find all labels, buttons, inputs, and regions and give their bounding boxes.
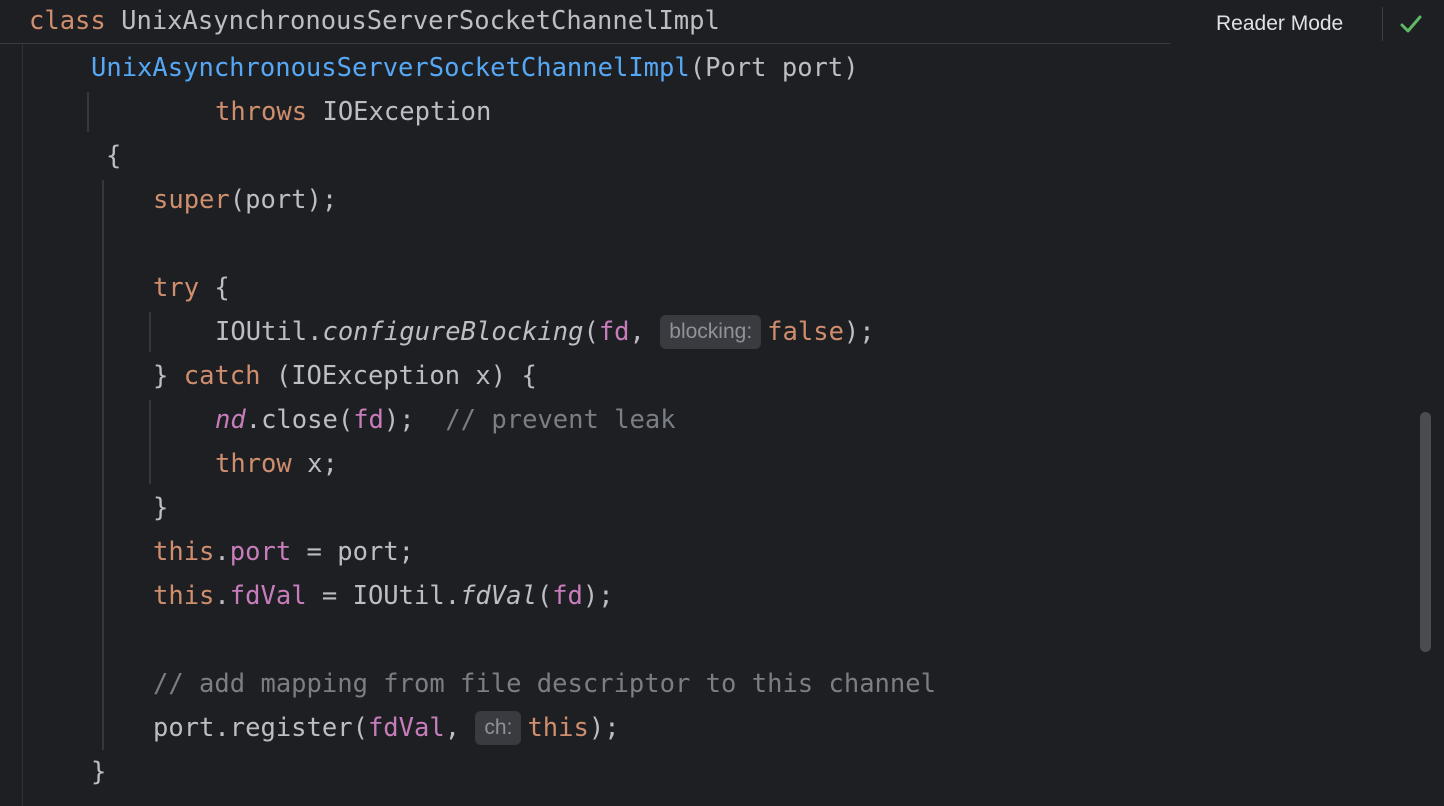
code-text: } [153, 361, 184, 391]
code-text: .close( [245, 405, 354, 435]
vertical-scrollbar-thumb[interactable] [1420, 412, 1431, 652]
code-text: (port); [229, 185, 338, 215]
keyword: catch [183, 361, 261, 391]
keyword: throw [215, 449, 292, 479]
code-text: . [214, 537, 230, 567]
code-line-close[interactable]: nd.close(fd); // prevent leak [215, 403, 676, 437]
field-ref: fd [353, 405, 384, 435]
code-line-close-brace[interactable]: } [153, 491, 168, 525]
code-text: ( [536, 581, 553, 611]
toolbar-divider [1382, 7, 1383, 41]
reader-mode-button[interactable]: Reader Mode [1216, 10, 1343, 38]
keyword: throws [215, 97, 308, 127]
code-text: } [91, 757, 107, 787]
indent-guide [102, 180, 104, 750]
code-text: . [214, 581, 230, 611]
code-line-this-port[interactable]: this.port = port; [153, 535, 414, 569]
keyword: class [29, 6, 106, 36]
code-line-throw[interactable]: throw x; [215, 447, 338, 481]
comment: // prevent leak [445, 405, 676, 435]
code-line-super[interactable]: super(port); [153, 183, 337, 217]
field-ref: nd [215, 405, 246, 435]
code-line-comment[interactable]: // add mapping from file descriptor to t… [153, 667, 936, 701]
keyword: false [767, 317, 844, 347]
code-text: IOException [307, 97, 492, 127]
code-text: } [153, 493, 169, 523]
code-line-configure-blocking[interactable]: IOUtil.configureBlocking(fd, blocking: fa… [215, 315, 875, 349]
code-text: , [444, 713, 476, 743]
code-text: IOUtil. [215, 317, 323, 347]
field-ref: fd [598, 317, 630, 347]
code-text: ); [843, 317, 875, 347]
code-text: port.register( [153, 713, 368, 743]
code-text: ); [582, 581, 614, 611]
check-icon[interactable] [1397, 10, 1425, 38]
code-line-constructor[interactable]: UnixAsynchronousServerSocketChannelImpl(… [91, 51, 859, 85]
method-name: configureBlocking [322, 317, 584, 347]
field-ref: fdVal [229, 581, 307, 611]
parameter-hint: ch: [475, 711, 522, 745]
keyword: this [153, 581, 215, 611]
constructor-name: UnixAsynchronousServerSocketChannelImpl [91, 53, 690, 83]
code-text: ); [588, 713, 620, 743]
code-line-try[interactable]: try { [153, 271, 230, 305]
code-text: x; [291, 449, 338, 479]
comment: // add mapping from file descriptor to t… [153, 669, 936, 699]
code-text: = IOUtil. [306, 581, 461, 611]
parameter-hint: blocking: [660, 315, 762, 349]
code-text: = port; [291, 537, 415, 567]
keyword: try [153, 273, 200, 303]
method-name: fdVal [460, 581, 537, 611]
code-line-register[interactable]: port.register(fdVal, ch: this); [153, 711, 620, 745]
code-text: (Port port) [689, 53, 859, 83]
code-line-open-brace[interactable]: { [106, 139, 121, 173]
code-text: ); [383, 405, 446, 435]
field-ref: fd [552, 581, 583, 611]
keyword: this [153, 537, 215, 567]
indent-guide [149, 400, 151, 484]
code-editor[interactable]: class UnixAsynchronousServerSocketChanne… [0, 0, 1444, 806]
code-text: { [199, 273, 230, 303]
gutter-border [22, 44, 23, 806]
code-line-throws[interactable]: throws IOException [215, 95, 491, 129]
keyword: super [153, 185, 230, 215]
field-ref: fdVal [367, 713, 445, 743]
code-line-catch[interactable]: } catch (IOException x) { [153, 359, 537, 393]
code-text: { [106, 141, 122, 171]
indent-guide [149, 312, 151, 352]
keyword: this [527, 713, 589, 743]
code-text: (IOException x) { [260, 361, 537, 391]
code-line-this-fdval[interactable]: this.fdVal = IOUtil.fdVal(fd); [153, 579, 614, 613]
code-text: , [629, 317, 661, 347]
indent-guide [87, 92, 89, 132]
field-ref: port [229, 537, 292, 567]
code-line-final-brace[interactable]: } [91, 755, 106, 789]
class-name: UnixAsynchronousServerSocketChannelImpl [121, 6, 720, 36]
code-text: ( [583, 317, 599, 347]
sticky-header[interactable]: class UnixAsynchronousServerSocketChanne… [0, 0, 1170, 44]
sticky-class-line[interactable]: class UnixAsynchronousServerSocketChanne… [29, 4, 720, 38]
